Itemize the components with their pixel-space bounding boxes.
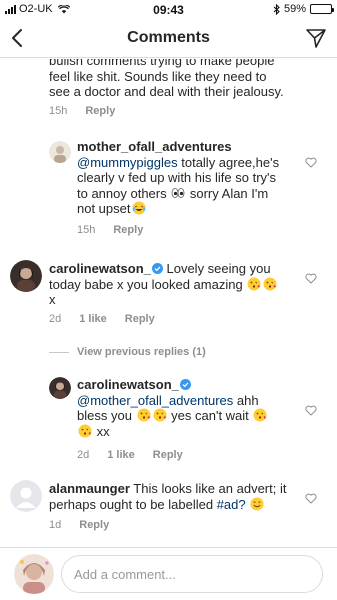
- comment-fragment: totally agree,he's: [177, 154, 280, 170]
- avatar[interactable]: [10, 480, 42, 512]
- status-right: 59%: [273, 3, 334, 15]
- comment-username[interactable]: alanmaunger: [49, 481, 130, 496]
- reply-button[interactable]: Reply: [125, 313, 155, 325]
- comment-fragment: not upset: [77, 201, 131, 216]
- battery-icon: [310, 4, 334, 14]
- likes-count[interactable]: 1 like: [79, 313, 107, 325]
- battery-percent: 59%: [283, 3, 306, 15]
- comment-fragment: sorry Alan I'm: [186, 185, 269, 201]
- kiss-emoji-icon: [247, 277, 261, 290]
- add-comment-input[interactable]: [61, 555, 323, 593]
- header: Comments: [0, 20, 337, 58]
- kiss-emoji-icon: [153, 408, 167, 422]
- comment-meta: 1d Reply: [49, 519, 109, 531]
- comment-username[interactable]: mother_ofall_adventures: [77, 139, 232, 154]
- comment-time: 2d: [77, 449, 90, 461]
- avatar-image: [14, 554, 54, 594]
- comment-username[interactable]: carolinewatson_: [77, 377, 179, 392]
- comment-composer: [0, 547, 337, 600]
- eyes-emoji-icon: [171, 187, 185, 198]
- divider-line: [49, 351, 69, 353]
- comments-list[interactable]: bullsh comments trying to make people fe…: [0, 59, 337, 547]
- kiss-emoji-icon: [263, 277, 277, 290]
- comment-fragment: Lovely seeing you: [162, 261, 271, 276]
- smile-emoji-icon: [250, 497, 264, 510]
- avatar-image: [49, 141, 71, 163]
- comment-line: bullsh comments trying to make people: [49, 59, 275, 68]
- heart-icon[interactable]: [305, 405, 317, 416]
- verified-badge-icon: [179, 379, 191, 390]
- comment-fragment: bless you: [77, 408, 136, 423]
- comment-fragment: yes can't wait: [167, 408, 253, 423]
- comment-text: carolinewatson_ Lovely seeing you today …: [49, 261, 311, 308]
- kiss-emoji-icon: [137, 408, 151, 422]
- comment-text: carolinewatson_ @mother_ofall_adventures…: [77, 377, 317, 439]
- bluetooth-icon: [273, 3, 280, 15]
- current-user-avatar: [14, 554, 54, 594]
- comment-meta: 15h Reply: [49, 105, 115, 117]
- comment-time: 15h: [49, 105, 68, 117]
- mention-link[interactable]: @mother_ofall_adventures: [77, 393, 233, 408]
- avatar-image: [49, 377, 71, 399]
- comment-line: see a doctor and deal with their jealous…: [49, 84, 284, 99]
- verified-badge-icon: [151, 263, 163, 274]
- comment-time: 15h: [77, 224, 96, 236]
- comment-line: x: [49, 292, 56, 307]
- comment-text: bullsh comments trying to make people fe…: [49, 59, 329, 100]
- mention-link[interactable]: @mummypiggles: [77, 155, 178, 170]
- comment-text: alanmaunger This looks like an advert; i…: [49, 481, 311, 512]
- comment-time: 1d: [49, 519, 62, 531]
- kiss-emoji-icon: [78, 424, 92, 437]
- comment-fragment: perhaps ought to be labelled: [49, 496, 217, 512]
- reply-button[interactable]: Reply: [113, 224, 143, 236]
- view-previous-replies[interactable]: View previous replies (1): [49, 346, 206, 358]
- reply-button[interactable]: Reply: [153, 449, 183, 461]
- hashtag-link[interactable]: #ad?: [217, 497, 246, 512]
- reply-button[interactable]: Reply: [85, 105, 115, 117]
- send-icon[interactable]: [305, 27, 327, 49]
- avatar[interactable]: [10, 260, 42, 292]
- comment-meta: 2d 1 like Reply: [49, 313, 155, 325]
- laughing-crying-emoji-icon: [132, 201, 145, 215]
- kiss-emoji-icon: [253, 408, 267, 422]
- comment-line: clearly v fed up with his life so try's: [77, 170, 276, 185]
- reply-button[interactable]: Reply: [79, 519, 109, 531]
- comment-time: 2d: [49, 313, 62, 325]
- comment-fragment: ahh: [233, 392, 259, 408]
- comment-text: mother_ofall_adventures @mummypiggles to…: [77, 139, 317, 217]
- status-bar: O2-UK 09:43 59%: [0, 0, 337, 20]
- heart-icon[interactable]: [305, 493, 317, 504]
- comment-fragment: today babe x you looked amazing: [49, 276, 247, 292]
- likes-count[interactable]: 1 like: [107, 449, 135, 461]
- comment-fragment: This looks like an advert; it: [129, 481, 287, 496]
- comment-line: feel like shit. Sounds like they need to: [49, 68, 267, 84]
- comment-fragment: to annoy others: [77, 185, 167, 201]
- comment-fragment: xx: [93, 423, 110, 439]
- heart-icon[interactable]: [305, 273, 317, 284]
- avatar[interactable]: [49, 141, 71, 163]
- comment-username[interactable]: carolinewatson_: [49, 261, 151, 276]
- comment-meta: 2d 1 like Reply: [77, 449, 183, 461]
- comment-meta: 15h Reply: [77, 224, 143, 236]
- page-title: Comments: [127, 29, 210, 46]
- heart-icon[interactable]: [305, 157, 317, 168]
- default-avatar-icon: [10, 480, 42, 512]
- avatar-image: [10, 260, 42, 292]
- avatar[interactable]: [49, 377, 71, 399]
- view-previous-label[interactable]: View previous replies (1): [77, 346, 206, 358]
